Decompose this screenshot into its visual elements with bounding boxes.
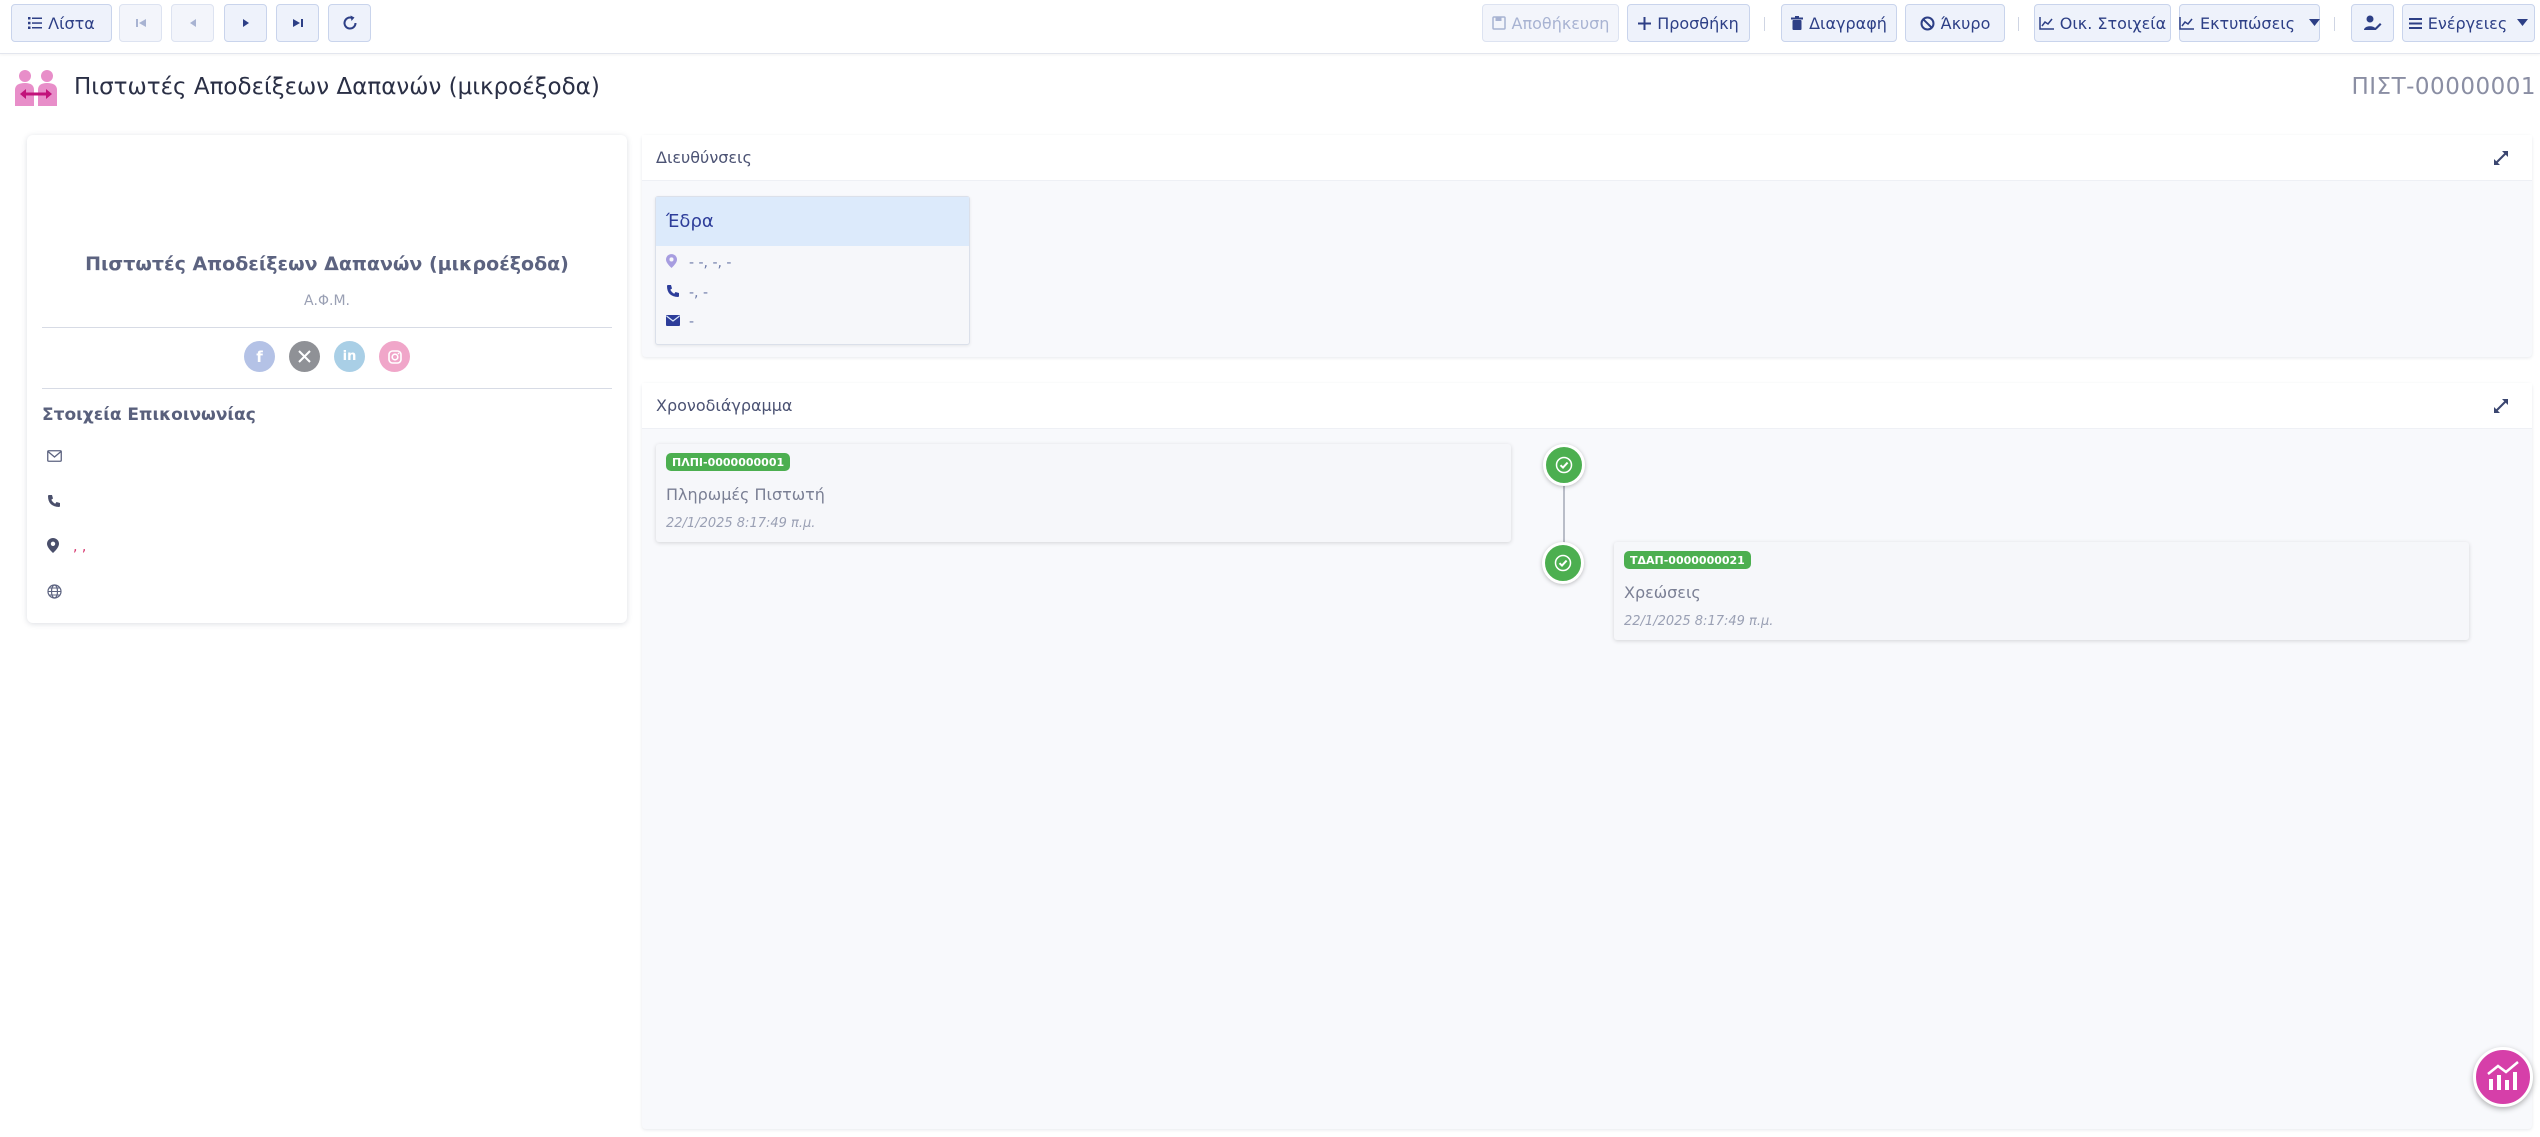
globe-icon xyxy=(47,583,62,603)
divider xyxy=(42,327,612,328)
timeline-panel: Χρονοδιάγραμμα ΠΛΠΙ-0000000001 Πληρωμές … xyxy=(642,383,2532,1129)
prints-dropdown[interactable]: Εκτυπώσεις xyxy=(2179,4,2321,42)
contact-phone-row xyxy=(47,491,61,515)
x-icon[interactable] xyxy=(289,341,320,372)
last-record-button[interactable] xyxy=(276,4,319,42)
delete-button[interactable]: Διαγραφή xyxy=(1781,4,1897,42)
previous-icon xyxy=(188,17,198,29)
page-title: Πιστωτές Αποδείξεων Δαπανών (μικροέξοδα) xyxy=(74,74,600,100)
address-phone: -, - xyxy=(666,284,708,302)
check-circle-icon xyxy=(1542,542,1584,584)
actions-dropdown[interactable]: Ενέργειες xyxy=(2402,4,2535,42)
toolbar-divider xyxy=(2018,17,2019,31)
address-card[interactable]: Έδρα - -, -, - -, - - xyxy=(655,196,970,345)
chart-line-icon xyxy=(2179,16,2194,30)
skip-first-icon xyxy=(135,17,147,29)
ban-icon xyxy=(1920,16,1935,31)
first-record-button[interactable] xyxy=(119,4,162,42)
cancel-button[interactable]: Άκυρο xyxy=(1905,4,2005,42)
map-marker-icon xyxy=(47,537,59,557)
contact-address-value: , , xyxy=(73,539,87,555)
addresses-panel-title: Διευθύνσεις xyxy=(642,135,2532,181)
address-card-title: Έδρα xyxy=(656,197,969,246)
timeline-badge: ΠΛΠΙ-0000000001 xyxy=(666,453,791,471)
caret-down-icon xyxy=(2517,19,2529,27)
phone-icon xyxy=(47,494,61,512)
timeline-panel-title: Χρονοδιάγραμμα xyxy=(642,383,2532,429)
contact-website-row xyxy=(47,581,62,605)
chart-icon xyxy=(2486,1060,2520,1094)
phone-icon xyxy=(666,284,680,302)
financial-data-button[interactable]: Οικ. Στοιχεία xyxy=(2034,4,2171,42)
facebook-icon[interactable]: f xyxy=(244,341,275,372)
timeline-item-title: Χρεώσεις xyxy=(1624,583,1701,602)
timeline-item-date: 22/1/2025 8:17:49 π.μ. xyxy=(666,516,816,531)
timeline-item[interactable]: ΤΔΑΠ-0000000021 Χρεώσεις 22/1/2025 8:17:… xyxy=(1614,542,2469,640)
list-button[interactable]: Λίστα xyxy=(11,4,112,42)
refresh-icon xyxy=(341,14,359,32)
linkedin-icon[interactable]: in xyxy=(334,341,365,372)
user-edit-button[interactable] xyxy=(2351,4,2394,42)
caret-down-icon xyxy=(2309,19,2321,27)
expand-icon[interactable] xyxy=(2492,149,2510,167)
contact-email-row xyxy=(47,446,62,470)
add-button[interactable]: Προσθήκη xyxy=(1627,4,1750,42)
toolbar: Λίστα Αποθήκευση Προσθήκη Διαγραφή Άκυρο… xyxy=(0,0,2540,54)
toolbar-divider xyxy=(1764,17,1765,31)
trash-icon xyxy=(1791,16,1804,30)
chart-line-icon xyxy=(2039,16,2054,30)
menu-icon xyxy=(2408,17,2422,29)
profile-card: Πιστωτές Αποδείξεων Δαπανών (μικροέξοδα)… xyxy=(27,135,627,623)
toolbar-divider xyxy=(2334,17,2335,31)
skip-last-icon xyxy=(292,17,304,29)
timeline-badge: ΤΔΑΠ-0000000021 xyxy=(1624,551,1751,569)
timeline-item[interactable]: ΠΛΠΙ-0000000001 Πληρωμές Πιστωτή 22/1/20… xyxy=(656,444,1511,542)
instagram-icon[interactable] xyxy=(379,341,410,372)
envelope-icon xyxy=(47,450,62,466)
next-icon xyxy=(241,17,251,29)
previous-record-button[interactable] xyxy=(171,4,214,42)
record-code: ΠΙΣΤ-00000001 xyxy=(2351,74,2536,100)
expand-icon[interactable] xyxy=(2492,397,2510,415)
timeline-item-date: 22/1/2025 8:17:49 π.μ. xyxy=(1624,614,1774,629)
address-email: - xyxy=(666,314,694,330)
social-links: f in xyxy=(27,341,627,372)
profile-name: Πιστωτές Αποδείξεων Δαπανών (μικροέξοδα) xyxy=(85,253,569,275)
creditors-icon xyxy=(12,68,60,112)
next-record-button[interactable] xyxy=(224,4,267,42)
refresh-button[interactable] xyxy=(328,4,371,42)
addresses-panel: Διευθύνσεις Έδρα - -, -, - -, - - xyxy=(642,135,2532,357)
save-button[interactable]: Αποθήκευση xyxy=(1482,4,1619,42)
map-marker-icon xyxy=(666,254,677,272)
envelope-icon xyxy=(666,314,680,330)
divider xyxy=(42,388,612,389)
contact-address-row: , , xyxy=(47,535,86,559)
timeline-item-title: Πληρωμές Πιστωτή xyxy=(666,485,825,504)
list-icon xyxy=(28,17,43,29)
save-icon xyxy=(1491,16,1506,30)
address-line: - -, -, - xyxy=(666,254,731,272)
user-edit-icon xyxy=(2363,15,2382,31)
analytics-fab-button[interactable] xyxy=(2473,1047,2533,1107)
contact-section-title: Στοιχεία Επικοινωνίας xyxy=(42,405,256,425)
plus-icon xyxy=(1638,16,1652,30)
check-circle-icon xyxy=(1543,444,1585,486)
tax-id-label: Α.Φ.Μ. xyxy=(303,293,351,309)
